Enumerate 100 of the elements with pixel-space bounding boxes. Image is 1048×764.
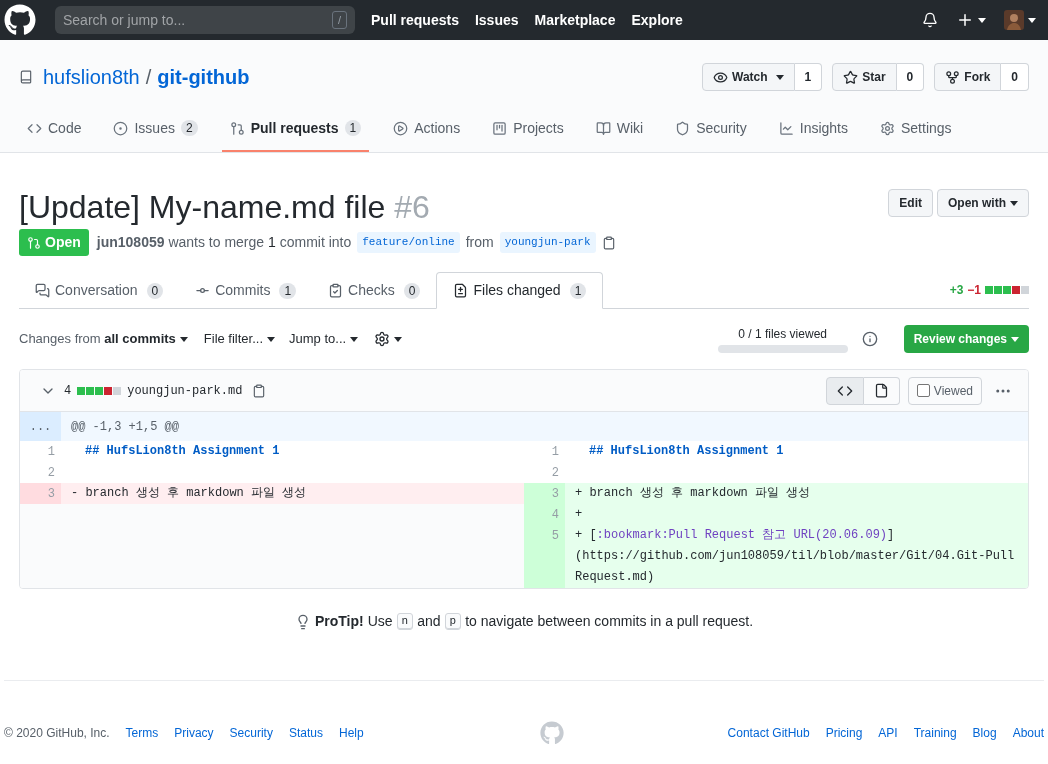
jump-to-menu[interactable]: Jump to... xyxy=(289,329,359,349)
copy-icon[interactable] xyxy=(601,235,616,250)
changes-from-menu[interactable]: Changes from all commits xyxy=(19,329,188,349)
line-number: 5 xyxy=(524,525,565,588)
repo-tab[interactable]: Pull requests 1 xyxy=(221,106,370,152)
hunk-header: @@ -1,3 +1,5 @@ xyxy=(70,418,180,436)
pr-tab[interactable]: Commits 1 xyxy=(179,272,313,309)
files-viewed-label: 0 / 1 files viewed xyxy=(738,326,827,343)
footer-link[interactable]: Pricing xyxy=(825,724,863,742)
count-link[interactable]: 0 xyxy=(1001,63,1029,91)
footer-link[interactable]: Status xyxy=(288,724,323,742)
create-new-menu[interactable] xyxy=(956,11,986,29)
fork-icon xyxy=(945,69,961,85)
footer-link[interactable]: Help xyxy=(338,724,364,742)
caret-icon xyxy=(1028,17,1036,23)
checkbox[interactable] xyxy=(916,384,930,397)
nav-link[interactable]: Marketplace xyxy=(534,9,616,31)
caret-icon xyxy=(1011,336,1019,342)
count-link[interactable]: 0 xyxy=(896,63,925,91)
footer-link[interactable]: Training xyxy=(913,724,957,742)
settings-icon xyxy=(374,331,391,347)
repo-tab[interactable]: Security xyxy=(667,106,755,152)
file-diff-icon xyxy=(453,283,469,298)
edit-button[interactable]: Edit xyxy=(888,189,933,217)
deletions-count: −1 xyxy=(967,281,981,299)
repo-tab[interactable]: Code xyxy=(19,106,90,152)
caret-icon xyxy=(350,336,359,342)
info-icon xyxy=(861,331,878,347)
count-badge: 0 xyxy=(403,282,421,299)
source-diff-button[interactable] xyxy=(825,376,864,405)
footer-link[interactable]: About xyxy=(1012,724,1044,742)
avatar xyxy=(1004,10,1024,30)
viewed-checkbox[interactable]: Viewed xyxy=(907,376,982,405)
repo-tab[interactable]: Actions xyxy=(385,106,469,152)
repo-tab[interactable]: Insights xyxy=(770,106,856,152)
diff-settings-menu[interactable] xyxy=(374,331,403,347)
copy-icon[interactable] xyxy=(252,383,267,398)
repo-tab[interactable]: Settings xyxy=(872,106,960,152)
line-number: 4 xyxy=(524,504,565,525)
changes-count: 4 xyxy=(64,382,72,400)
protip: ProTip! Use n and p to navigate between commits in a pull request. xyxy=(19,611,1029,632)
pr-tab[interactable]: Conversation 0 xyxy=(19,272,180,309)
repo-link[interactable]: git-github xyxy=(157,62,250,92)
github-logo-icon[interactable] xyxy=(4,4,36,36)
count-link[interactable]: 1 xyxy=(794,63,823,91)
branch-label[interactable]: youngjun-park xyxy=(499,232,596,253)
pull-request-icon xyxy=(229,120,245,136)
line-number: 3 xyxy=(524,483,565,504)
line-number: 3 xyxy=(20,483,61,504)
count-badge: 1 xyxy=(569,282,587,299)
caret-icon xyxy=(179,336,188,342)
file-filter-menu[interactable]: File filter... xyxy=(203,329,276,349)
count-badge: 1 xyxy=(279,282,297,299)
shortcut-key: / xyxy=(331,11,347,29)
caret-icon xyxy=(775,74,784,80)
book-icon xyxy=(595,120,611,136)
repo-tab[interactable]: Wiki xyxy=(587,106,652,152)
fork-button[interactable]: Fork xyxy=(934,63,1002,91)
additions-count: +3 xyxy=(949,281,964,299)
repo-tab[interactable]: Projects xyxy=(484,106,572,152)
caret-icon xyxy=(267,336,276,342)
notification-bell-icon[interactable] xyxy=(922,12,938,28)
shield-icon xyxy=(675,120,691,136)
count-badge: 0 xyxy=(146,282,164,299)
graph-icon xyxy=(778,120,794,136)
file-name[interactable]: youngjun-park.md xyxy=(127,381,243,400)
branch-label[interactable]: feature/online xyxy=(357,232,460,253)
expand-hunk-button[interactable]: ... xyxy=(20,412,61,441)
nav-link[interactable]: Pull requests xyxy=(371,9,459,31)
pull-request-icon xyxy=(27,235,41,250)
watch-button[interactable]: Watch xyxy=(702,63,795,91)
rich-diff-button[interactable] xyxy=(863,376,900,405)
count-badge: 2 xyxy=(180,120,198,136)
state-badge: Open xyxy=(19,229,89,256)
pr-title: [Update] My-name.md file #6 xyxy=(19,188,430,227)
caret-icon xyxy=(394,336,403,342)
nav-link[interactable]: Issues xyxy=(474,9,519,31)
from-label: from xyxy=(465,233,494,252)
footer-link[interactable]: Blog xyxy=(972,724,997,742)
star-icon xyxy=(843,69,859,85)
open-with-button[interactable]: Open with xyxy=(937,189,1029,217)
footer-link[interactable]: Privacy xyxy=(174,724,214,742)
play-icon xyxy=(393,120,409,136)
footer-link[interactable]: Terms xyxy=(125,724,159,742)
star-button[interactable]: Star xyxy=(832,63,897,91)
pr-tab[interactable]: Files changed 1 xyxy=(436,272,604,309)
caret-icon xyxy=(978,17,986,23)
footer-link[interactable]: Security xyxy=(229,724,273,742)
owner-link[interactable]: hufslion8th xyxy=(43,62,140,92)
pr-tab[interactable]: Checks 0 xyxy=(312,272,437,309)
count-badge: 1 xyxy=(344,120,362,136)
file-icon xyxy=(873,383,889,398)
merge-summary: jun108059 wants to merge 1 commit into xyxy=(96,233,352,252)
footer-link[interactable]: Contact GitHub xyxy=(727,724,810,742)
author-link[interactable]: jun108059 xyxy=(96,234,165,250)
user-menu[interactable] xyxy=(1004,10,1036,30)
footer-link[interactable]: API xyxy=(878,724,898,742)
repo-tab[interactable]: Issues 2 xyxy=(105,106,206,152)
nav-link[interactable]: Explore xyxy=(631,9,683,31)
settings-icon xyxy=(880,120,895,136)
